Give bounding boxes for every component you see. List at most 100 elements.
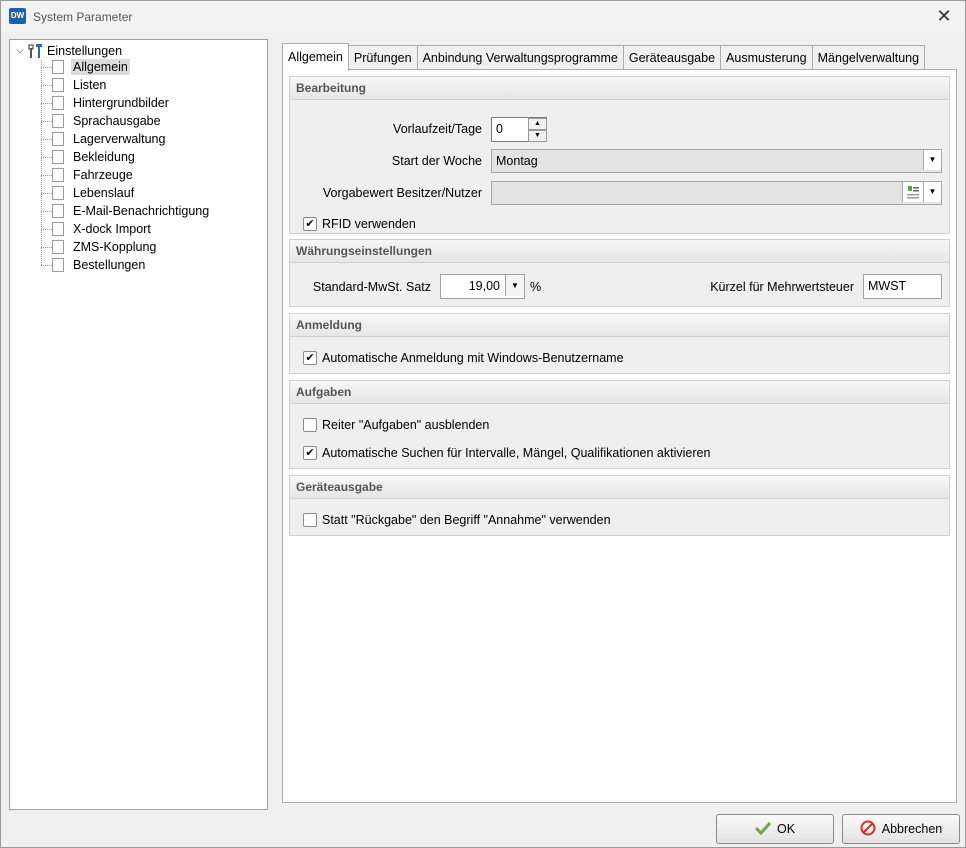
tab-anbindung-verwaltungsprogramme[interactable]: Anbindung Verwaltungsprogramme [416, 45, 624, 70]
spin-down-icon[interactable]: ▼ [528, 130, 547, 142]
group-header: Aufgaben [290, 381, 949, 404]
cancel-button[interactable]: Abbrechen [842, 814, 960, 844]
system-parameter-window: DW System Parameter ✕ ⌵ Einstellungen Al… [0, 0, 966, 848]
tab-maengelverwaltung[interactable]: Mängelverwaltung [811, 45, 926, 70]
page-icon [52, 204, 64, 218]
mwst-value: 19,00 [468, 279, 500, 293]
tab-ausmusterung[interactable]: Ausmusterung [720, 45, 813, 70]
kuerzel-input[interactable]: MWST [863, 274, 942, 299]
kuerzel-value: MWST [868, 279, 907, 293]
tree-item-email-benachrichtigung[interactable]: E-Mail-Benachrichtigung [41, 202, 211, 220]
auto-anmeldung-label: Automatische Anmeldung mit Windows-Benut… [322, 351, 624, 365]
auto-suche-label: Automatische Suchen für Intervalle, Mäng… [322, 446, 711, 460]
vorgabewert-label: Vorgabewert Besitzer/Nutzer [322, 186, 482, 200]
page-icon [52, 132, 64, 146]
cancel-icon [860, 820, 876, 839]
tab-strip: Allgemein Prüfungen Anbindung Verwaltung… [282, 43, 926, 71]
rueckgabe-row[interactable]: Statt "Rückgabe" den Begriff "Annahme" v… [303, 513, 611, 527]
tab-pruefungen[interactable]: Prüfungen [347, 45, 418, 70]
auto-suche-checkbox[interactable]: ✔ [303, 446, 317, 460]
auto-anmeldung-checkbox[interactable]: ✔ [303, 351, 317, 365]
page-icon [52, 114, 64, 128]
tab-geraeteausgabe[interactable]: Geräteausgabe [622, 45, 722, 70]
mwst-unit: % [530, 280, 542, 294]
vorgabewert-select[interactable]: ▼ [491, 181, 942, 205]
tree-item-bekleidung[interactable]: Bekleidung [41, 148, 137, 166]
page-icon [52, 258, 64, 272]
page-icon [52, 96, 64, 110]
app-icon: DW [9, 8, 26, 24]
tree-item-lagerverwaltung[interactable]: Lagerverwaltung [41, 130, 167, 148]
tree-item-label: X-dock Import [73, 222, 151, 236]
start-woche-label: Start der Woche [391, 154, 482, 168]
tree-root-label: Einstellungen [47, 44, 123, 58]
spin-up-icon[interactable]: ▲ [528, 118, 547, 130]
rueckgabe-label: Statt "Rückgabe" den Begriff "Annahme" v… [322, 513, 611, 527]
auto-suche-row[interactable]: ✔ Automatische Suchen für Intervalle, Mä… [303, 446, 710, 460]
cancel-label: Abbrechen [881, 822, 943, 836]
page-icon [52, 150, 64, 164]
page-icon [52, 60, 64, 74]
chevron-down-icon[interactable]: ▼ [923, 182, 941, 202]
tree-item-label: Lebenslauf [73, 186, 135, 200]
tab-allgemein[interactable]: Allgemein [282, 43, 349, 71]
settings-tree[interactable]: ⌵ Einstellungen Allgemein Listen Hinterg… [9, 39, 268, 810]
tree-item-bestellungen[interactable]: Bestellungen [41, 256, 147, 274]
chevron-down-icon[interactable]: ▼ [505, 275, 524, 296]
checkmark-icon [754, 821, 772, 838]
group-header: Währungseinstellungen [290, 240, 949, 263]
reiter-ausblenden-row[interactable]: Reiter "Aufgaben" ausblenden [303, 418, 489, 432]
chevron-down-icon[interactable]: ▼ [923, 150, 941, 170]
tree-item-label: E-Mail-Benachrichtigung [73, 204, 210, 218]
kuerzel-label: Kürzel für Mehrwertsteuer [710, 280, 854, 294]
close-icon[interactable]: ✕ [931, 5, 957, 27]
tab-panel-allgemein: Bearbeitung Vorlaufzeit/Tage 0 ▲ ▼ Start… [282, 69, 957, 803]
tree-item-label: Sprachausgabe [73, 114, 161, 128]
ok-label: OK [776, 822, 796, 836]
user-list-icon[interactable] [902, 182, 923, 202]
tools-icon [28, 43, 44, 59]
vorlaufzeit-label: Vorlaufzeit/Tage [393, 122, 482, 136]
group-anmeldung: Anmeldung ✔ Automatische Anmeldung mit W… [289, 313, 950, 374]
tree-item-label: Bekleidung [73, 150, 135, 164]
tree-item-label: Lagerverwaltung [73, 132, 166, 146]
page-icon [52, 222, 64, 236]
start-woche-value: Montag [496, 154, 538, 168]
tree-item-fahrzeuge[interactable]: Fahrzeuge [41, 166, 135, 184]
group-waehrung: Währungseinstellungen Standard-MwSt. Sat… [289, 239, 950, 307]
group-geraeteausgabe: Geräteausgabe Statt "Rückgabe" den Begri… [289, 475, 950, 536]
chevron-down-icon[interactable]: ⌵ [14, 45, 26, 57]
auto-anmeldung-row[interactable]: ✔ Automatische Anmeldung mit Windows-Ben… [303, 351, 624, 365]
window-title: System Parameter [33, 10, 133, 24]
group-header: Geräteausgabe [290, 476, 949, 499]
tree-item-listen[interactable]: Listen [41, 76, 108, 94]
page-icon [52, 168, 64, 182]
group-header: Anmeldung [290, 314, 949, 337]
rfid-checkbox[interactable]: ✔ [303, 217, 317, 231]
rfid-row[interactable]: ✔ RFID verwenden [303, 217, 416, 231]
tree-item-sprachausgabe[interactable]: Sprachausgabe [41, 112, 163, 130]
rfid-label: RFID verwenden [322, 217, 416, 231]
mwst-select[interactable]: 19,00 ▼ [440, 274, 525, 299]
page-icon [52, 186, 64, 200]
group-aufgaben: Aufgaben Reiter "Aufgaben" ausblenden ✔ … [289, 380, 950, 469]
rueckgabe-checkbox[interactable] [303, 513, 317, 527]
tree-item-xdock-import[interactable]: X-dock Import [41, 220, 153, 238]
vorlaufzeit-spinner[interactable]: 0 ▲ ▼ [491, 117, 547, 142]
ok-button[interactable]: OK [716, 814, 834, 844]
tree-item-label: ZMS-Kopplung [73, 240, 157, 254]
start-woche-select[interactable]: Montag ▼ [491, 149, 942, 173]
reiter-ausblenden-checkbox[interactable] [303, 418, 317, 432]
tree-item-allgemein[interactable]: Allgemein [41, 58, 130, 76]
vorlaufzeit-value: 0 [496, 122, 503, 136]
tree-item-lebenslauf[interactable]: Lebenslauf [41, 184, 136, 202]
tree-item-zms-kopplung[interactable]: ZMS-Kopplung [41, 238, 158, 256]
tree-item-label: Hintergrundbilder [73, 96, 169, 110]
tree-item-label: Bestellungen [73, 258, 146, 272]
group-bearbeitung: Bearbeitung Vorlaufzeit/Tage 0 ▲ ▼ Start… [289, 76, 950, 234]
title-bar: DW System Parameter ✕ [1, 1, 965, 32]
tree-item-label: Allgemein [71, 59, 130, 75]
tree-item-hintergrundbilder[interactable]: Hintergrundbilder [41, 94, 171, 112]
page-icon [52, 240, 64, 254]
reiter-ausblenden-label: Reiter "Aufgaben" ausblenden [322, 418, 490, 432]
